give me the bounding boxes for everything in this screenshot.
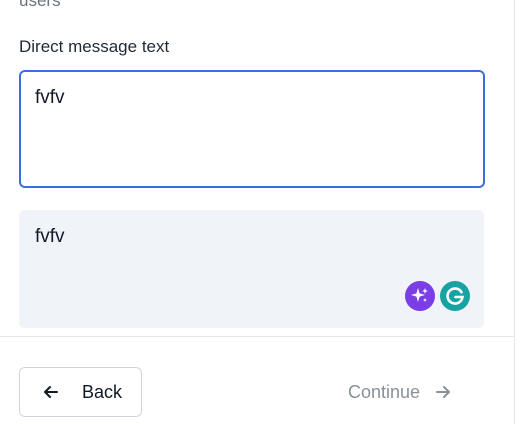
direct-message-label: Direct message text: [19, 37, 170, 56]
arrow-left-icon: [44, 386, 58, 398]
footer-divider: [0, 336, 514, 337]
ai-sparkle-button[interactable]: [405, 281, 435, 311]
continue-button-label: Continue: [348, 381, 421, 402]
grammarly-g-icon: [446, 287, 464, 305]
message-preview-text: fvfv: [35, 226, 65, 247]
sparkle-icon: [411, 288, 428, 302]
page: users Direct message text fvfv fvfv Back…: [0, 0, 531, 424]
previous-field-helper-text: users: [19, 0, 61, 10]
direct-message-input[interactable]: fvfv: [19, 70, 485, 188]
grammarly-button[interactable]: [440, 281, 470, 311]
continue-button[interactable]: Continue: [338, 367, 478, 417]
arrow-right-icon: [434, 383, 452, 401]
back-button[interactable]: Back: [19, 367, 142, 417]
back-button-label: Back: [82, 381, 123, 402]
vertical-scrollbar[interactable]: [514, 0, 531, 424]
message-preview: fvfv: [19, 210, 484, 328]
